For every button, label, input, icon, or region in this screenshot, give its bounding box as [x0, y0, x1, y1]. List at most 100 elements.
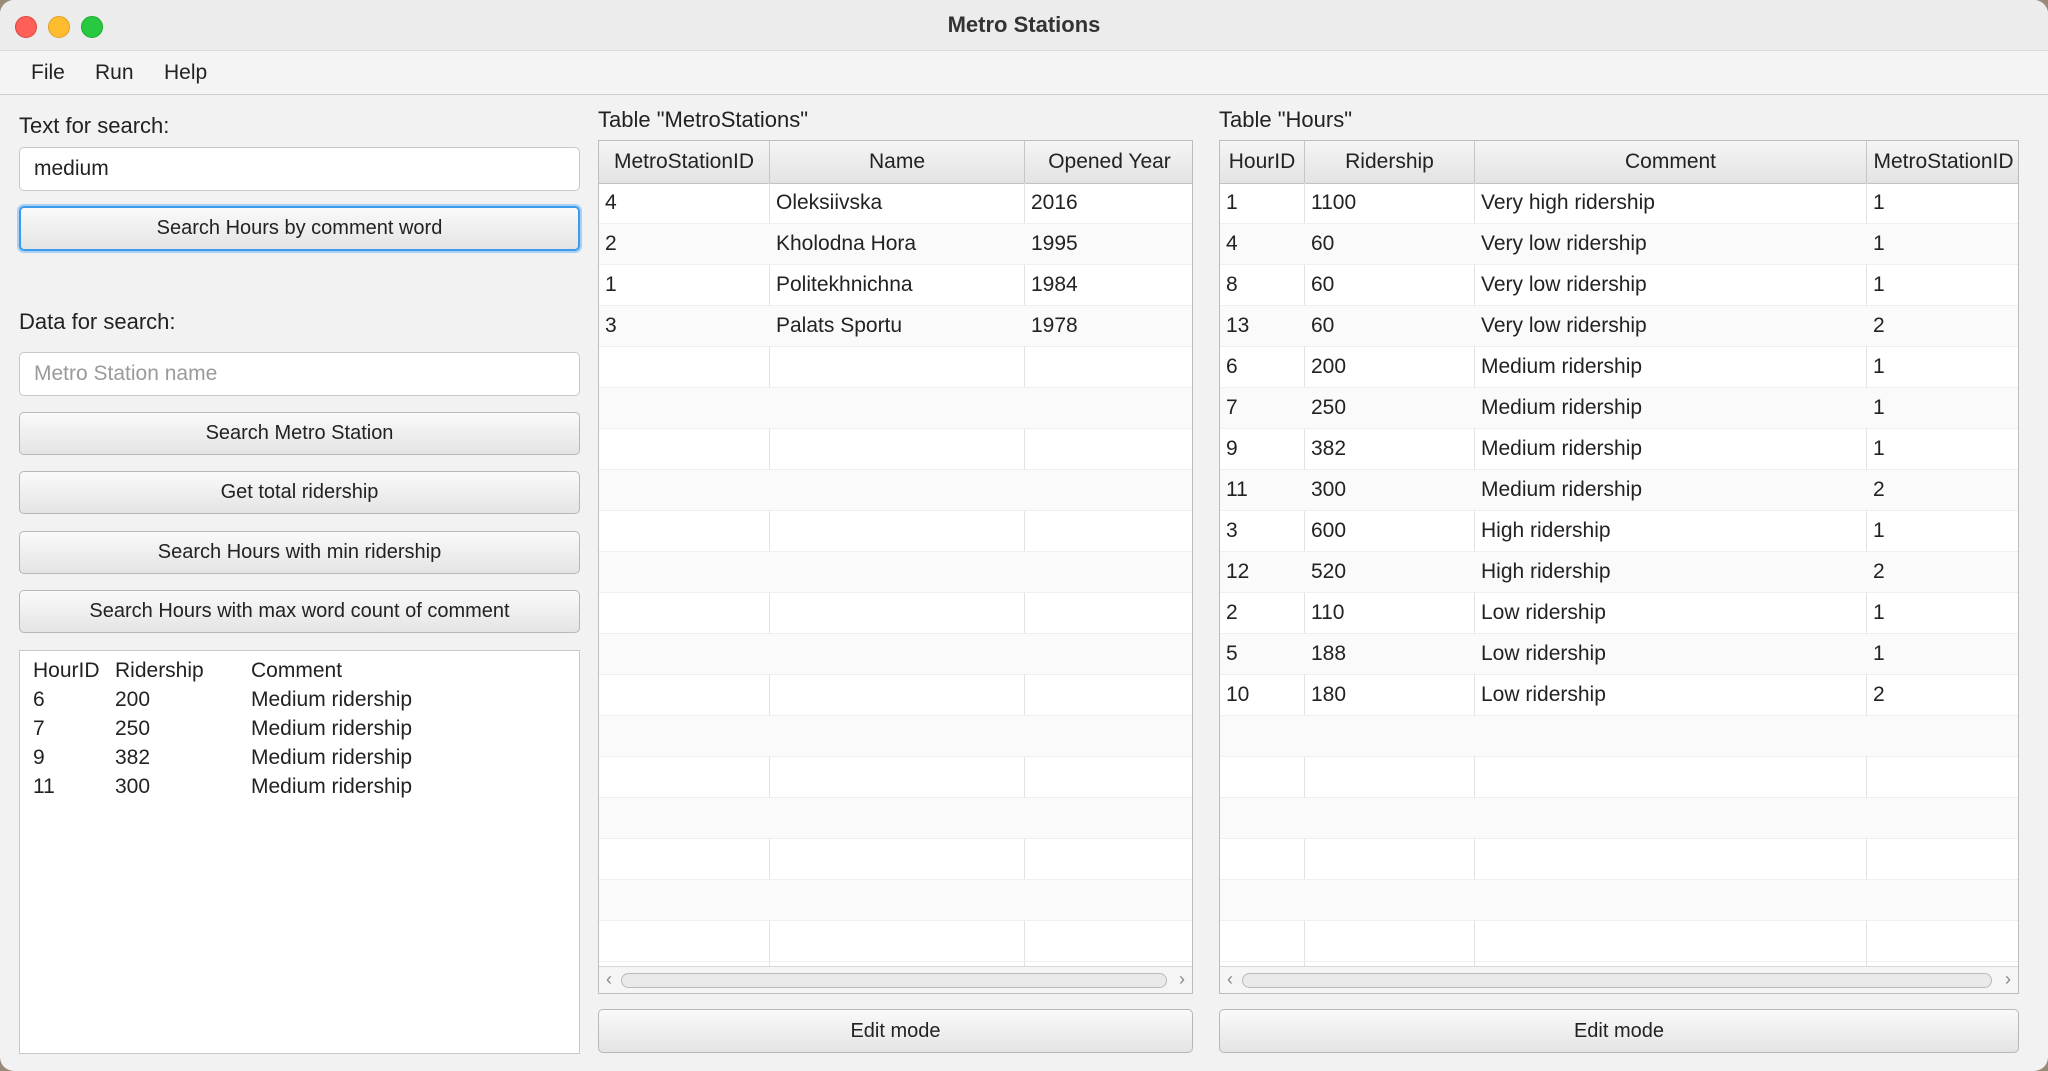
table-cell[interactable]: Very high ridership	[1475, 183, 1867, 223]
search-hours-by-comment-button[interactable]: Search Hours by comment word	[19, 206, 580, 251]
table-cell[interactable]: 2	[1867, 675, 2018, 715]
table-cell[interactable]: 3	[1220, 511, 1305, 551]
column-header-name[interactable]: Name	[770, 141, 1025, 183]
table-row[interactable]: 1 Politekhnichna 1984	[599, 265, 1192, 306]
table-cell[interactable]: 60	[1305, 306, 1475, 346]
table-cell[interactable]: 1	[1867, 224, 2018, 264]
table-cell[interactable]: 1	[599, 265, 770, 305]
table-cell[interactable]: 250	[1305, 388, 1475, 428]
table-cell[interactable]: High ridership	[1475, 552, 1867, 592]
table-cell[interactable]: 1	[1867, 183, 2018, 223]
table-cell[interactable]: 3	[599, 306, 770, 346]
empty-table-row[interactable]	[599, 757, 1192, 798]
table-cell[interactable]: 10	[1220, 675, 1305, 715]
table-cell[interactable]: 60	[1305, 265, 1475, 305]
table-cell[interactable]: 4	[599, 183, 770, 223]
table-cell[interactable]: 7	[1220, 388, 1305, 428]
column-header-comment[interactable]: Comment	[1475, 141, 1867, 183]
stations-table[interactable]: MetroStationID Name Opened Year 4 Oleksii…	[598, 140, 1193, 994]
hours-table[interactable]: HourID Ridership Comment MetroStationID …	[1219, 140, 2019, 994]
table-cell[interactable]: Medium ridership	[1475, 347, 1867, 387]
column-header-ridership[interactable]: Ridership	[1305, 141, 1475, 183]
table-cell[interactable]: 4	[1220, 224, 1305, 264]
empty-table-row[interactable]	[599, 634, 1192, 675]
empty-table-row[interactable]	[599, 921, 1192, 962]
table-cell[interactable]: 180	[1305, 675, 1475, 715]
empty-table-row[interactable]	[599, 880, 1192, 921]
table-row[interactable]: 2 Kholodna Hora 1995	[599, 224, 1192, 265]
table-row[interactable]: 9 382 Medium ridership 1	[1220, 429, 2018, 470]
table-cell[interactable]: Palats Sportu	[770, 306, 1025, 346]
empty-table-row[interactable]	[599, 716, 1192, 757]
table-cell[interactable]: 60	[1305, 224, 1475, 264]
table-cell[interactable]: 1	[1867, 265, 2018, 305]
table-cell[interactable]: 2	[1867, 306, 2018, 346]
scroll-thumb[interactable]	[621, 973, 1167, 988]
hours-edit-mode-button[interactable]: Edit mode	[1219, 1009, 2019, 1053]
table-row[interactable]: 12 520 High ridership 2	[1220, 552, 2018, 593]
empty-table-row[interactable]	[599, 511, 1192, 552]
table-cell[interactable]: 11	[1220, 470, 1305, 510]
table-cell[interactable]: 1	[1867, 429, 2018, 469]
table-row[interactable]: 10 180 Low ridership 2	[1220, 675, 2018, 716]
table-row[interactable]: 3 600 High ridership 1	[1220, 511, 2018, 552]
table-cell[interactable]: 2	[1867, 552, 2018, 592]
table-cell[interactable]: 2016	[1025, 183, 1192, 223]
table-cell[interactable]: 1	[1867, 347, 2018, 387]
station-name-input[interactable]	[19, 352, 580, 396]
table-row[interactable]: 4 60 Very low ridership 1	[1220, 224, 2018, 265]
empty-table-row[interactable]	[1220, 798, 2018, 839]
scroll-thumb[interactable]	[1242, 973, 1992, 988]
menu-run[interactable]: Run	[95, 61, 134, 85]
table-row[interactable]: 5 188 Low ridership 1	[1220, 634, 2018, 675]
table-cell[interactable]: 1	[1867, 593, 2018, 633]
table-cell[interactable]: Very low ridership	[1475, 306, 1867, 346]
empty-table-row[interactable]	[599, 429, 1192, 470]
table-cell[interactable]: 1	[1867, 511, 2018, 551]
empty-table-row[interactable]	[599, 388, 1192, 429]
empty-table-row[interactable]	[599, 347, 1192, 388]
table-cell[interactable]: 6	[1220, 347, 1305, 387]
search-min-ridership-button[interactable]: Search Hours with min ridership	[19, 531, 580, 574]
column-header-metrostationid[interactable]: MetroStationID	[599, 141, 770, 183]
column-header-hourid[interactable]: HourID	[1220, 141, 1305, 183]
table-cell[interactable]: 9	[1220, 429, 1305, 469]
table-cell[interactable]: 300	[1305, 470, 1475, 510]
scroll-right-icon[interactable]: ›	[1174, 969, 1190, 990]
menu-file[interactable]: File	[31, 61, 65, 85]
table-cell[interactable]: 520	[1305, 552, 1475, 592]
search-max-word-count-button[interactable]: Search Hours with max word count of comm…	[19, 590, 580, 633]
table-row[interactable]: 2 110 Low ridership 1	[1220, 593, 2018, 634]
table-cell[interactable]: 2	[599, 224, 770, 264]
table-cell[interactable]: Low ridership	[1475, 675, 1867, 715]
table-cell[interactable]: High ridership	[1475, 511, 1867, 551]
get-total-ridership-button[interactable]: Get total ridership	[19, 471, 580, 514]
table-cell[interactable]: Medium ridership	[1475, 429, 1867, 469]
table-cell[interactable]: 5	[1220, 634, 1305, 674]
empty-table-row[interactable]	[599, 593, 1192, 634]
stations-horizontal-scrollbar[interactable]: ‹ ›	[599, 966, 1192, 993]
table-cell[interactable]: 2	[1867, 470, 2018, 510]
table-cell[interactable]: Low ridership	[1475, 593, 1867, 633]
table-row[interactable]: 3 Palats Sportu 1978	[599, 306, 1192, 347]
table-cell[interactable]: 1978	[1025, 306, 1192, 346]
table-cell[interactable]: 1995	[1025, 224, 1192, 264]
empty-table-row[interactable]	[1220, 880, 2018, 921]
empty-table-row[interactable]	[599, 675, 1192, 716]
table-cell[interactable]: 1	[1220, 183, 1305, 223]
stations-edit-mode-button[interactable]: Edit mode	[598, 1009, 1193, 1053]
table-cell[interactable]: 1984	[1025, 265, 1192, 305]
table-row[interactable]: 4 Oleksiivska 2016	[599, 183, 1192, 224]
search-metro-station-button[interactable]: Search Metro Station	[19, 412, 580, 455]
empty-table-row[interactable]	[1220, 757, 2018, 798]
table-row[interactable]: 13 60 Very low ridership 2	[1220, 306, 2018, 347]
empty-table-row[interactable]	[1220, 839, 2018, 880]
hours-horizontal-scrollbar[interactable]: ‹ ›	[1220, 966, 2018, 993]
table-cell[interactable]: Very low ridership	[1475, 265, 1867, 305]
table-cell[interactable]: 382	[1305, 429, 1475, 469]
empty-table-row[interactable]	[599, 839, 1192, 880]
table-cell[interactable]: 8	[1220, 265, 1305, 305]
empty-table-row[interactable]	[599, 470, 1192, 511]
table-cell[interactable]: 1	[1867, 634, 2018, 674]
table-cell[interactable]: 2	[1220, 593, 1305, 633]
